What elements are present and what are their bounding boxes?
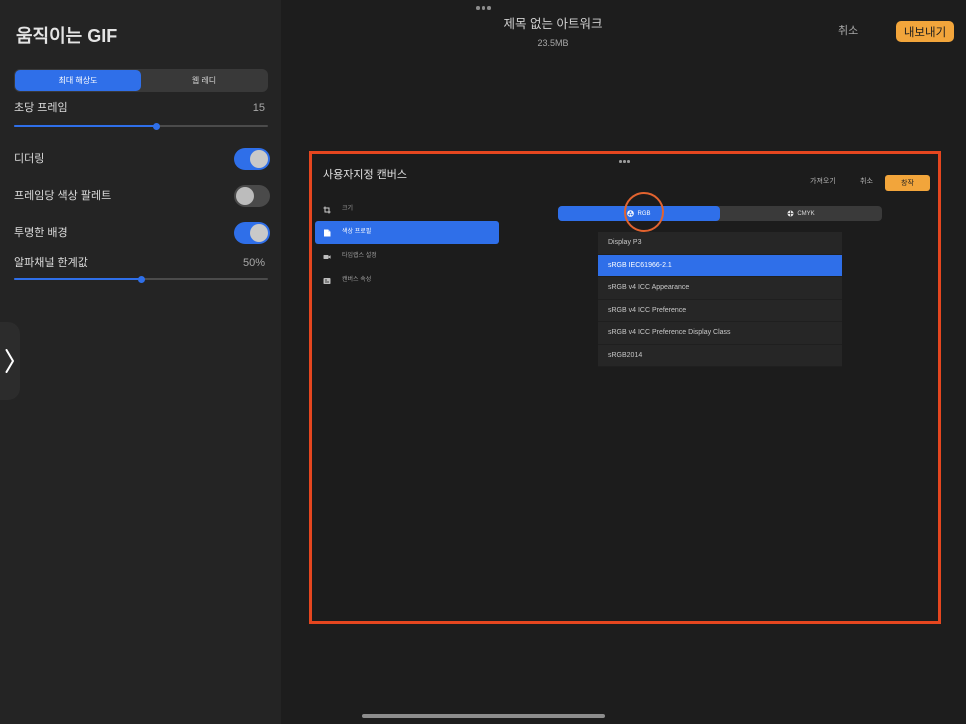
alpha-slider-thumb[interactable]: [137, 275, 145, 283]
preview-import-label: 가져오기: [810, 178, 836, 185]
list-item: sRGB v4 ICC Preference Display Class: [598, 322, 842, 345]
more-options-icon[interactable]: [476, 6, 491, 10]
preview-sidebar-label: 캔버스 속성: [342, 277, 372, 283]
artwork-preview: 사용자지정 캔버스 가져오기 취소 창작 크기 색상 프로필 타임랩스 설정 캔…: [309, 151, 941, 624]
preview-sidebar-item-size: 크기: [315, 198, 499, 221]
fps-slider[interactable]: [14, 122, 268, 130]
dithering-toggle[interactable]: [234, 148, 270, 170]
preview-sidebar-label: 타임랩스 설정: [342, 253, 377, 259]
list-item: sRGB2014: [598, 344, 842, 367]
gif-export-panel: 움직이는 GIF 최대 해상도 웹 레디 초당 프레임 15 디더링 프레임당 …: [0, 0, 281, 724]
preview-sidebar-item-timelapse: 타임랩스 설정: [315, 245, 499, 268]
alpha-slider-fill: [14, 278, 141, 280]
preview-sidebar-item-canvas-properties: 캔버스 속성: [315, 269, 499, 292]
list-item: Display P3: [598, 232, 842, 255]
max-resolution-option[interactable]: 최대 해상도: [15, 70, 141, 91]
web-ready-option[interactable]: 웹 레디: [141, 70, 267, 91]
chevron-right-icon: [5, 349, 14, 373]
video-camera-icon: [323, 254, 331, 259]
toggle-knob: [236, 187, 254, 205]
transparent-background-toggle[interactable]: [234, 222, 270, 244]
preview-cancel-label: 취소: [860, 178, 873, 185]
preview-dialog-title: 사용자지정 캔버스: [323, 169, 408, 181]
preview-tab-cmyk: CMYK: [720, 206, 882, 221]
alpha-threshold-slider[interactable]: [14, 275, 268, 283]
preview-sidebar-item-color-profile: 색상 프로필: [315, 221, 499, 244]
fps-slider-thumb[interactable]: [152, 122, 160, 130]
dithering-label: 디더링: [14, 153, 45, 165]
expand-panel-tab[interactable]: [0, 322, 20, 400]
preview-create-button: 창작: [885, 175, 930, 191]
preview-sidebar-label: 크기: [342, 206, 354, 212]
alpha-threshold-label: 알파채널 한계값: [14, 257, 88, 269]
crop-icon: [323, 206, 331, 213]
panel-title: 움직이는 GIF: [16, 26, 118, 46]
preview-sidebar-label: 색상 프로필: [342, 229, 372, 235]
per-frame-palette-toggle[interactable]: [234, 185, 270, 207]
transparent-background-label: 투명한 배경: [14, 227, 68, 239]
preview-color-mode-tabs: RGB CMYK: [558, 206, 882, 221]
list-item: sRGB v4 ICC Preference: [598, 299, 842, 322]
fps-value: 15: [252, 102, 265, 114]
per-frame-palette-label: 프레임당 색상 팔레트: [14, 190, 112, 202]
list-item: sRGB IEC61966-2.1: [598, 254, 842, 277]
highlight-circle-annotation: [624, 192, 664, 232]
cancel-button[interactable]: 취소: [838, 24, 858, 38]
canvas-properties-icon: [323, 277, 331, 284]
artwork-title: 제목 없는 아트워크: [503, 17, 603, 31]
alpha-threshold-value: 50%: [242, 257, 265, 269]
list-item: sRGB v4 ICC Appearance: [598, 277, 842, 300]
color-profile-icon: [324, 229, 331, 236]
toggle-knob: [250, 150, 268, 168]
file-size: 23.5MB: [537, 38, 569, 48]
fps-label: 초당 프레임: [14, 102, 68, 114]
preview-tab-label: CMYK: [797, 210, 815, 217]
crosshair-icon: [787, 210, 794, 217]
resolution-segmented-control: 최대 해상도 웹 레디: [14, 69, 268, 92]
export-button[interactable]: 내보내기: [896, 21, 954, 42]
preview-dots-icon: [619, 160, 630, 163]
preview-color-profile-list: Display P3 sRGB IEC61966-2.1 sRGB v4 ICC…: [598, 232, 842, 367]
toggle-knob: [250, 224, 268, 242]
fps-slider-fill: [14, 125, 157, 127]
home-indicator[interactable]: [362, 714, 605, 718]
